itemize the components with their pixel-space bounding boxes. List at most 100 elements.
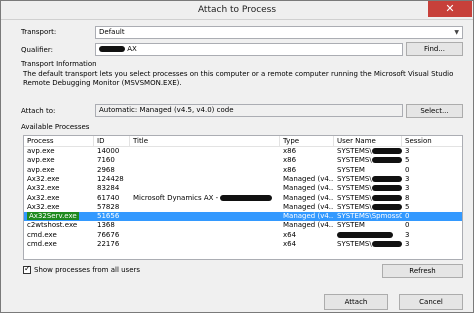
cell-process: Ax32.exe	[24, 203, 94, 212]
cell-text: 14000	[97, 147, 120, 155]
cell-text: 3	[405, 240, 410, 248]
cell-text: 5	[405, 202, 410, 211]
transport-dropdown[interactable]: Default ▼	[95, 26, 463, 39]
cell-text: SYSTEM	[337, 221, 365, 230]
column-type[interactable]: Type	[280, 136, 334, 147]
column-user[interactable]: User Name	[334, 136, 402, 147]
select-button[interactable]: Select...	[406, 104, 463, 118]
cell-text: 7160	[97, 156, 115, 165]
table-row[interactable]: Ax32Serv.exe 51656 Managed (v4.... SYSTEMS\…	[24, 212, 462, 222]
cell-text: 3	[405, 184, 410, 193]
cell-user: SYSTEMS\	[334, 184, 402, 193]
table-row[interactable]: avp.exe 7160 x86 SYSTEMS\ 5	[24, 156, 462, 165]
process-list[interactable]: Process ID Title Type User Name Session …	[23, 135, 463, 260]
table-row[interactable]: Ax32.exe 61740 Microsoft Dynamics AX - Mana…	[24, 193, 462, 203]
cell-id: 57828	[94, 203, 130, 212]
cell-id: 14000	[94, 147, 130, 156]
cell-text: x64	[283, 240, 297, 248]
cell-process: Ax32.exe	[24, 175, 94, 184]
cell-process: cmd.exe	[24, 240, 94, 249]
cell-process: Ax32Serv.exe	[24, 212, 94, 221]
cell-text: 124428	[97, 174, 124, 183]
cell-text: 2968	[97, 165, 115, 174]
transport-label: Transport:	[21, 28, 57, 36]
cell-text: Managed (v4....	[283, 212, 334, 221]
cell-text: SYSTEMS\	[337, 156, 372, 165]
cell-type: x64	[280, 231, 334, 240]
table-row[interactable]: avp.exe 14000 x86 SYSTEMS\ 3	[24, 147, 462, 156]
redacted-username	[371, 203, 402, 210]
table-row[interactable]: Ax32.exe 57828 Managed (v4.... SYSTEMS\ 5	[24, 202, 462, 212]
window-title: Attach to Process	[197, 5, 277, 15]
qualifier-input[interactable]: AX	[95, 43, 403, 56]
cell-text: Ax32.exe	[27, 202, 60, 211]
cell-text: cmd.exe	[27, 230, 57, 239]
cell-id: 22176	[94, 240, 130, 249]
table-row[interactable]: avp.exe 2968 x86 SYSTEM 0	[24, 165, 462, 175]
qualifier-value: AX	[127, 45, 137, 53]
table-row[interactable]: cmd.exe 76676 x64 3	[24, 230, 462, 240]
cell-text: SYSTEMS\	[337, 193, 372, 202]
cell-text: 1368	[97, 221, 115, 230]
cell-text: SYSTEMS\Spmoss07	[337, 212, 402, 221]
cell-user: SYSTEMS\	[334, 240, 402, 249]
redacted-username	[371, 241, 402, 247]
redacted-username	[371, 194, 402, 201]
cell-type: x86	[280, 156, 334, 165]
cell-text: x86	[283, 156, 297, 165]
cell-session: 0	[402, 212, 462, 221]
cell-session: 3	[402, 175, 462, 184]
cell-session: 3	[402, 147, 462, 156]
close-icon[interactable]: ✕	[428, 1, 472, 17]
cell-text: SYSTEMS\	[337, 202, 372, 211]
redacted-username	[371, 148, 402, 154]
cell-text: SYSTEMS\	[337, 174, 372, 183]
cell-text: c2wtshost.exe	[27, 221, 78, 230]
cell-id: 1368	[94, 221, 130, 230]
cell-type: x86	[280, 166, 334, 175]
cell-text: 0	[405, 165, 410, 174]
table-row[interactable]: c2wtshost.exe 1368 Managed (v4.... SYSTEM 0	[24, 221, 462, 230]
cell-process: Ax32.exe	[24, 184, 94, 193]
cell-text: avp.exe	[27, 147, 55, 155]
column-session[interactable]: Session	[402, 136, 462, 147]
cell-id: 76676	[94, 231, 130, 240]
cell-text: 61740	[97, 193, 120, 202]
cell-text: SYSTEMS\	[337, 184, 372, 193]
cell-user	[334, 231, 402, 240]
find-button[interactable]: Find...	[406, 42, 463, 56]
cell-text: avp.exe	[27, 165, 55, 174]
column-process[interactable]: Process	[24, 136, 94, 147]
cell-user: SYSTEM	[334, 166, 402, 175]
column-title[interactable]: Title	[130, 136, 280, 147]
cell-type: Managed (v4....	[280, 203, 334, 212]
cell-text: x86	[283, 147, 297, 155]
redacted-title	[220, 194, 273, 201]
cell-user: SYSTEMS\	[334, 203, 402, 212]
cancel-button[interactable]: Cancel	[399, 294, 463, 310]
cell-process: avp.exe	[24, 156, 94, 165]
cell-id: 124428	[94, 175, 130, 184]
cell-text: SYSTEM	[337, 165, 365, 174]
cell-session: 0	[402, 165, 462, 175]
cell-title: Microsoft Dynamics AX -	[130, 194, 280, 203]
attach-button[interactable]: Attach	[324, 294, 388, 310]
qualifier-label: Qualifier:	[21, 46, 53, 54]
cell-type: x64	[280, 240, 334, 249]
attach-dialog: Attach to Process ✕ Transport: Default ▼…	[0, 0, 474, 313]
cell-id: 83284	[94, 184, 130, 193]
cell-text: Microsoft Dynamics AX -	[133, 193, 219, 202]
show-all-checkbox[interactable]	[23, 264, 31, 274]
table-row[interactable]: cmd.exe 22176 x64 SYSTEMS\ 3	[24, 240, 462, 249]
cell-text: avp.exe	[27, 156, 55, 165]
cell-text: 83284	[97, 184, 120, 193]
column-id[interactable]: ID	[94, 136, 130, 147]
refresh-button[interactable]: Refresh	[382, 264, 463, 278]
cell-text: Managed (v4....	[283, 174, 334, 183]
table-row[interactable]: Ax32.exe 124428 Managed (v4.... SYSTEMS\ 3	[24, 174, 462, 184]
cell-text: Managed (v4....	[283, 184, 334, 193]
cell-session: 0	[402, 221, 462, 230]
process-list-scrollbar[interactable]	[463, 135, 471, 260]
table-row[interactable]: Ax32.exe 83284 Managed (v4.... SYSTEMS\ 3	[24, 184, 462, 193]
cell-text: 57828	[97, 202, 120, 211]
